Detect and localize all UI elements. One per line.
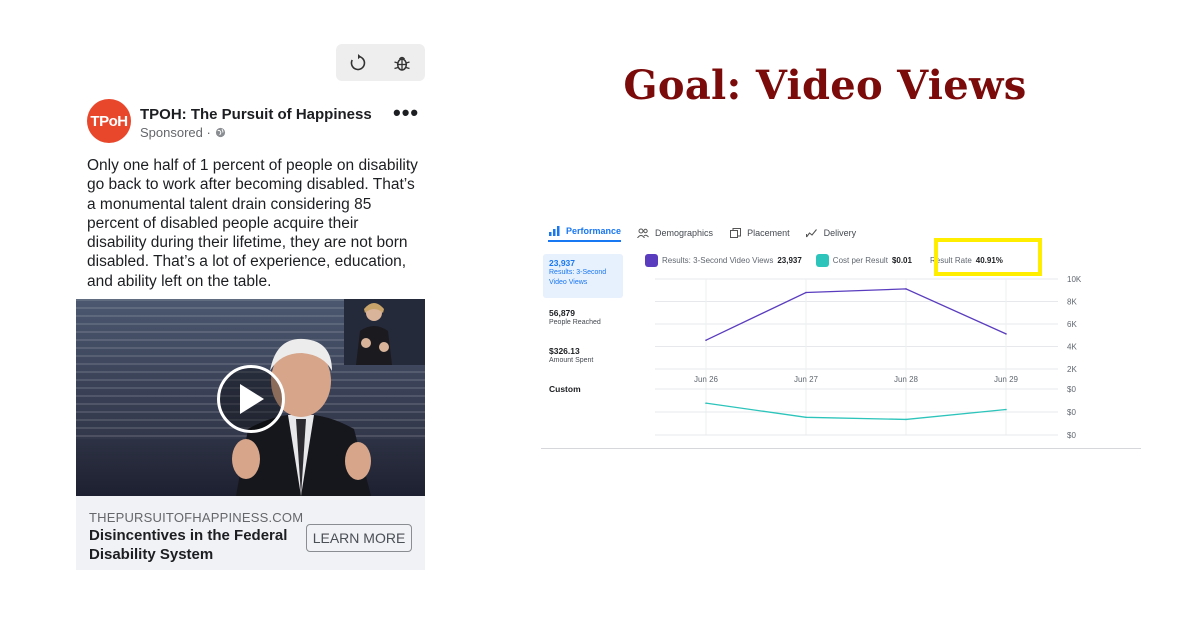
y-tick-label: 2K	[1067, 365, 1077, 374]
goal-headline: Goal: Video Views	[623, 62, 1027, 109]
metric-label: People Reached	[549, 319, 601, 326]
legend-swatch-purple	[645, 254, 658, 267]
link-domain: THEPURSUITOFHAPPINESS.COM	[89, 510, 304, 525]
y-tick-label: $0	[1067, 431, 1076, 440]
x-tick-label: Jun 28	[894, 375, 919, 384]
metric-custom[interactable]: Custom	[543, 380, 623, 398]
sponsored-label: Sponsored ·	[140, 125, 226, 140]
metric-label: Amount Spent	[549, 357, 594, 364]
tab-performance[interactable]: Performance	[548, 224, 622, 242]
series-line-cost-per-result	[705, 402, 1007, 421]
y-tick-label: $0	[1067, 408, 1076, 417]
y-tick-label: $0	[1067, 385, 1076, 394]
metric-label: Results: 3-Second Video Views	[549, 269, 607, 286]
result-rate-highlight	[934, 238, 1042, 276]
tab-label: Placement	[747, 228, 790, 238]
tab-placement[interactable]: Placement	[729, 224, 790, 242]
x-tick-label: Jun 29	[994, 375, 1019, 384]
tab-label: Demographics	[655, 228, 714, 238]
data-point	[1005, 408, 1007, 411]
metric-value: 56,879	[549, 308, 575, 318]
page-name[interactable]: TPOH: The Pursuit of Happiness	[140, 106, 372, 123]
preview-toolbar	[336, 44, 425, 81]
refresh-button[interactable]	[336, 44, 380, 81]
metric-value: Custom	[549, 384, 581, 394]
y-tick-label: 6K	[1067, 320, 1077, 329]
tab-label: Delivery	[823, 228, 857, 238]
people-icon	[637, 227, 649, 239]
y-tick-label: 8K	[1067, 298, 1077, 307]
data-point	[805, 416, 807, 419]
x-tick-label: Jun 26	[694, 375, 719, 384]
link-title[interactable]: Disincentives in the Federal Disability …	[89, 526, 304, 564]
analytics-tabs: Performance Demographics Placement Deliv…	[548, 224, 872, 244]
data-point	[1005, 333, 1007, 335]
legend-swatch-teal	[815, 254, 829, 267]
tab-label: Performance	[566, 226, 622, 236]
data-point	[905, 418, 907, 421]
legend-value: 23,937	[777, 256, 802, 265]
bug-icon	[394, 56, 410, 71]
metric-value: $326.13	[549, 346, 580, 356]
y-tick-label: 4K	[1067, 343, 1077, 352]
panel-divider	[541, 448, 1141, 449]
series-line-video-views	[705, 288, 1007, 341]
video-player[interactable]	[76, 299, 425, 496]
bar-chart-icon	[548, 225, 560, 237]
more-options-button[interactable]: •••	[393, 102, 419, 124]
legend-label: Results: 3-Second Video Views	[662, 256, 774, 265]
post-text: Only one half of 1 percent of people on …	[87, 157, 418, 290]
tab-demographics[interactable]: Demographics	[637, 224, 713, 242]
x-tick-label: Jun 27	[794, 375, 819, 384]
metric-spent[interactable]: $326.13 Amount Spent	[543, 342, 623, 370]
sponsored-text: Sponsored ·	[140, 125, 211, 140]
metric-results[interactable]: 23,937 Results: 3-Second Video Views	[543, 254, 623, 298]
trend-icon	[806, 227, 818, 239]
learn-more-button[interactable]: LEARN MORE	[306, 524, 412, 552]
play-button[interactable]	[217, 365, 285, 433]
link-preview[interactable]: THEPURSUITOFHAPPINESS.COM Disincentives …	[76, 496, 425, 570]
metric-reach[interactable]: 56,879 People Reached	[543, 304, 623, 332]
debug-button[interactable]	[380, 44, 424, 81]
data-point	[805, 291, 807, 294]
legend-label: Cost per Result	[832, 256, 888, 265]
globe-icon	[215, 127, 225, 138]
play-icon	[240, 384, 264, 414]
data-point	[705, 339, 707, 342]
refresh-icon	[350, 53, 366, 70]
y-tick-label: 10K	[1067, 275, 1082, 284]
copy-icon	[729, 227, 741, 239]
post-header: TPoH TPOH: The Pursuit of Happiness Spon…	[87, 98, 425, 144]
data-point	[705, 402, 707, 404]
tab-delivery[interactable]: Delivery	[806, 224, 857, 242]
metric-value: 23,937	[549, 258, 575, 268]
data-point	[905, 288, 907, 290]
legend-value: $0.01	[891, 256, 912, 265]
page-avatar[interactable]: TPoH	[87, 99, 131, 143]
